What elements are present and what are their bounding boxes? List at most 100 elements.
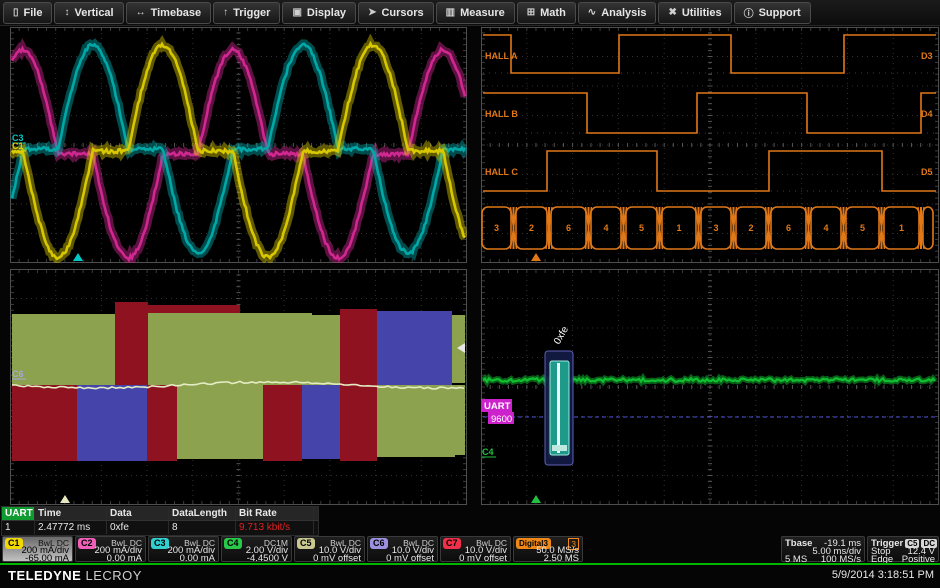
channel-descriptor-row: C1BwL DC200 mA/div-65.00 mAC2BwL DC200 m… [0,536,940,562]
menu-item-trigger[interactable]: ↑ Trigger [213,2,280,24]
menu-item-label: Cursors [381,7,423,19]
pwm-block [377,385,455,457]
channel-tag-c2: C2 [78,538,96,549]
uart-table-row[interactable]: 12.47772 ms0xfe89.713 kbit/s [2,521,318,534]
channel-tag-c5: C5 [297,538,315,549]
pwm-block [12,385,77,461]
analysis-icon: ∿ [588,7,596,18]
brand-teledyne: TELEDYNE [8,568,81,583]
menu-item-label: Trigger [233,7,270,19]
menu-item-display[interactable]: ▣ Display [282,2,356,24]
uart-decode-table[interactable]: UARTTimeDataDataLengthBit Rate12.47772 m… [1,506,319,536]
channel-tag-c6: C6 [370,538,388,549]
bus-value: 5 [860,223,865,233]
status-bar: TELEDYNE LECROY 5/9/2014 3:18:51 PM [0,566,940,588]
channel-tag-c4: C4 [224,538,242,549]
uart-col-header: Bit Rate [236,507,314,520]
uart-decode-grid[interactable]: 0xfeUART9600C4 [481,269,939,510]
trigger-descriptor[interactable]: TriggerC5DCStop12.4 VEdgePositive [867,536,939,562]
uart-col-header: Time [35,507,107,520]
channel-offset-marker-c1[interactable]: C1 [12,141,24,151]
menu-item-label: Timebase [151,7,202,19]
menu-item-label: Display [307,7,346,19]
menu-item-label: Math [540,7,566,19]
pwm-block [77,385,147,461]
pwm-block [377,311,452,385]
channel-descriptor-c5[interactable]: C5BwL DC10.0 V/div0 mV offset [294,536,365,562]
pwm-block [148,313,312,385]
digital-label: HALL A [485,51,518,61]
menu-item-label: Utilities [682,7,722,19]
uart-baud-label: 9600 [491,414,512,425]
display-icon: ▣ [292,7,301,18]
datetime-display: 5/9/2014 3:18:51 PM [832,569,934,581]
bus-value: 4 [603,223,608,233]
trigger-icon: ↑ [223,7,228,18]
menu-bar: ▯File↕Vertical ↔ Timebase ↑ Trigger ▣ Display ➤… [0,0,940,26]
pwm-block [263,385,302,461]
channel-offset-marker-c6[interactable]: C6 [12,369,24,379]
graticule: C3C1 [10,27,467,263]
channel-tag-c3: C3 [151,538,169,549]
vertical-icon: ↕ [64,7,69,18]
pwm-voltage-grid[interactable]: C6 [10,269,467,510]
graticule: C6 [10,269,467,505]
uart-col-header: DataLength [169,507,236,520]
digital-hall-grid[interactable]: HALL AD3HALL BD4HALL CD5326451326451 [481,27,939,268]
digital-line-id: D3 [921,51,933,61]
uart-row-index: 1 [2,521,35,534]
uart-table-header: UARTTimeDataDataLengthBit Rate [2,507,318,521]
channel-descriptor-c7[interactable]: C7BwL DC10.0 V/div0 mV offset [440,536,511,562]
menu-item-cursors[interactable]: ➤Cursors [358,2,434,24]
menu-item-label: Support [759,7,801,19]
timebase-descriptor[interactable]: Tbase-19.1 ms5.00 ms/div5 MS100 MS/s [781,536,865,562]
bus-value: 6 [786,223,791,233]
menu-item-math[interactable]: ⊞ Math [517,2,576,24]
utilities-icon: ✖ [668,7,676,18]
menu-item-support[interactable]: ⓘSupport [734,2,811,24]
bus-value: 4 [823,223,828,233]
measure-icon: ▥ [446,7,455,18]
pwm-block [12,314,115,385]
digital-label: HALL B [485,109,518,119]
digital-label: HALL C [485,167,518,177]
channel-tag-c7: C7 [443,538,461,549]
channel-descriptor-c4[interactable]: C4DC1M2.00 V/div-4.4500 V [221,536,292,562]
digital-line-id: D5 [921,167,933,177]
menu-item-label: File [24,7,43,19]
channel-descriptor-c2[interactable]: C2BwL DC200 mA/div0.00 mA [75,536,146,562]
channel-offset-marker-c4[interactable]: C4 [482,447,494,457]
menu-item-timebase[interactable]: ↔ Timebase [126,2,212,24]
uart-row-data: 0xfe [107,521,169,534]
channel-descriptor-c6[interactable]: C6BwL DC10.0 V/div0 mV offset [367,536,438,562]
bus-value: 2 [748,223,753,233]
channel-descriptor-c3[interactable]: C3BwL DC200 mA/div0.00 mA [148,536,219,562]
uart-row-length: 8 [169,521,236,534]
menu-item-label: Measure [460,7,505,19]
uart-row-bitrate: 9.713 kbit/s [236,521,314,534]
bus-value: 1 [676,223,681,233]
bus-value: 3 [494,223,499,233]
channel-descriptor-digital3[interactable]: Digital3350.0 MS/s2.50 MS [513,536,583,562]
pwm-block [115,302,148,385]
graticule: HALL AD3HALL BD4HALL CD5326451326451 [481,27,939,263]
menu-item-measure[interactable]: ▥ Measure [436,2,515,24]
menu-item-utilities[interactable]: ✖ Utilities [658,2,731,24]
oscilloscope-screen: ▯File↕Vertical ↔ Timebase ↑ Trigger ▣ Display ➤… [0,0,940,588]
pwm-block [302,315,340,385]
bus-value: 2 [529,223,534,233]
bus-value: 5 [639,223,644,233]
math-icon: ⊞ [527,7,535,18]
menu-item-file[interactable]: ▯File [3,2,52,24]
channel-tag-c1: C1 [5,538,23,549]
uart-table-tag: UART [2,507,35,520]
menu-item-vertical[interactable]: ↕Vertical [54,2,123,24]
menu-item-analysis[interactable]: ∿Analysis [578,2,657,24]
channel-descriptor-c1[interactable]: C1BwL DC200 mA/div-65.00 mA [2,536,73,562]
graticule: 0xfeUART9600C4 [481,269,939,505]
uart-col-header: Data [107,507,169,520]
analog-waveform-grid[interactable]: C3C1 [10,27,467,268]
bus-value: 6 [566,223,571,233]
bus-value: 1 [899,223,904,233]
timebase-icon: ↔ [136,7,146,18]
